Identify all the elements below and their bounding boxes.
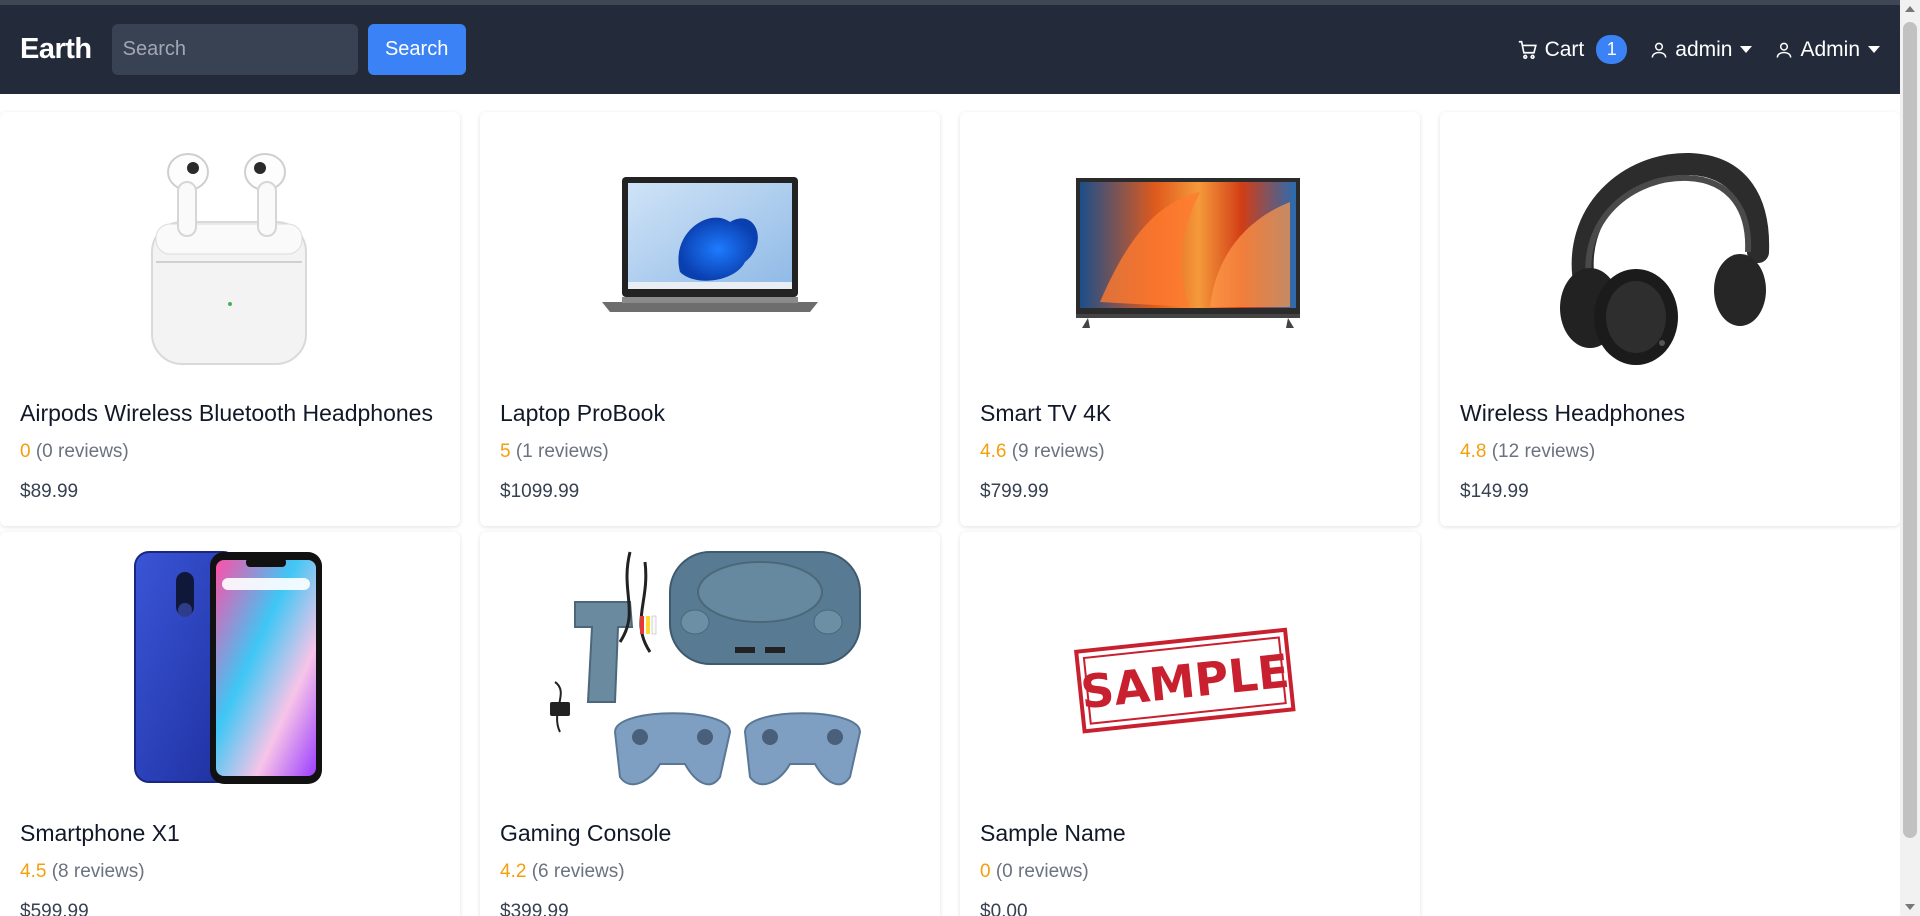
product-name[interactable]: Wireless Headphones xyxy=(1460,400,1685,427)
admin-menu-label: Admin xyxy=(1800,37,1860,61)
rating-score: 5 xyxy=(500,441,511,462)
scroll-up-arrow-icon[interactable] xyxy=(1905,6,1915,12)
admin-menu[interactable]: Admin xyxy=(1774,38,1880,62)
product-rating: 5 (1 reviews) xyxy=(500,441,609,463)
smartphone-image[interactable] xyxy=(0,532,460,822)
chevron-down-icon xyxy=(1868,46,1880,53)
sample-image[interactable]: SAMPLE xyxy=(960,532,1420,822)
product-price: $799.99 xyxy=(980,481,1049,502)
cart-label: Cart xyxy=(1544,37,1585,61)
user-icon xyxy=(1649,40,1669,60)
product-name[interactable]: Smartphone X1 xyxy=(20,820,180,847)
product-rating: 4.5 (8 reviews) xyxy=(20,861,145,883)
review-count: (12 reviews) xyxy=(1491,441,1596,462)
scroll-down-arrow-icon[interactable] xyxy=(1905,904,1915,910)
cart-icon xyxy=(1517,39,1539,61)
headphones-image[interactable] xyxy=(1440,112,1900,402)
product-name[interactable]: Smart TV 4K xyxy=(980,400,1111,427)
review-count: (0 reviews) xyxy=(995,861,1089,882)
product-rating: 4.6 (9 reviews) xyxy=(980,441,1105,463)
product-price: $599.99 xyxy=(20,901,89,916)
brand-logo[interactable]: Earth xyxy=(20,33,92,66)
rating-score: 4.5 xyxy=(20,861,47,882)
scroll-thumb[interactable] xyxy=(1903,22,1917,838)
product-name[interactable]: Sample Name xyxy=(980,820,1126,847)
product-price: $1099.99 xyxy=(500,481,580,502)
rating-score: 0 xyxy=(20,441,31,462)
product-card[interactable]: Wireless Headphones 4.8 (12 reviews) $14… xyxy=(1440,112,1900,526)
review-count: (0 reviews) xyxy=(35,441,129,462)
review-count: (1 reviews) xyxy=(515,441,609,462)
vertical-scrollbar[interactable] xyxy=(1900,0,1920,916)
nav-right: Cart 1 admin Admin xyxy=(1517,35,1880,64)
cart-link[interactable]: Cart 1 xyxy=(1517,35,1628,64)
product-price: $0.00 xyxy=(980,901,1028,916)
product-card[interactable]: Gaming Console 4.2 (6 reviews) $399.99 xyxy=(480,532,940,916)
product-rating: 4.2 (6 reviews) xyxy=(500,861,625,883)
product-rating: 4.8 (12 reviews) xyxy=(1460,441,1595,463)
rating-score: 4.2 xyxy=(500,861,527,882)
product-card[interactable]: Laptop ProBook 5 (1 reviews) $1099.99 xyxy=(480,112,940,526)
product-price: $89.99 xyxy=(20,481,79,502)
user-icon xyxy=(1774,40,1794,60)
cart-count-badge: 1 xyxy=(1596,35,1628,64)
product-price: $149.99 xyxy=(1460,481,1529,502)
user-menu[interactable]: admin xyxy=(1649,37,1753,62)
product-name[interactable]: Laptop ProBook xyxy=(500,400,665,427)
airpods-image[interactable] xyxy=(0,112,460,402)
user-menu-label: admin xyxy=(1675,37,1733,61)
tv-image[interactable] xyxy=(960,112,1420,402)
product-name[interactable]: Airpods Wireless Bluetooth Headphones xyxy=(20,400,433,427)
search-input[interactable] xyxy=(111,24,358,75)
review-count: (9 reviews) xyxy=(1011,441,1105,462)
review-count: (6 reviews) xyxy=(531,861,625,882)
product-price: $399.99 xyxy=(500,901,569,916)
console-image[interactable] xyxy=(480,532,940,822)
navbar: Earth Search Cart 1 admin xyxy=(0,5,1900,94)
rating-score: 0 xyxy=(980,861,991,882)
product-card[interactable]: Smartphone X1 4.5 (8 reviews) $599.99 xyxy=(0,532,460,916)
rating-score: 4.6 xyxy=(980,441,1007,462)
product-card[interactable]: Smart TV 4K 4.6 (9 reviews) $799.99 xyxy=(960,112,1420,526)
chevron-down-icon xyxy=(1740,46,1753,53)
product-card[interactable]: SAMPLE Sample Name 0 (0 reviews) $0.00 xyxy=(960,532,1420,916)
laptop-image[interactable] xyxy=(480,112,940,402)
review-count: (8 reviews) xyxy=(51,861,145,882)
rating-score: 4.8 xyxy=(1460,441,1487,462)
product-name[interactable]: Gaming Console xyxy=(500,820,671,847)
product-rating: 0 (0 reviews) xyxy=(980,861,1089,883)
product-rating: 0 (0 reviews) xyxy=(20,441,129,463)
product-card[interactable]: Airpods Wireless Bluetooth Headphones 0 … xyxy=(0,112,460,526)
search-button[interactable]: Search xyxy=(367,24,466,75)
